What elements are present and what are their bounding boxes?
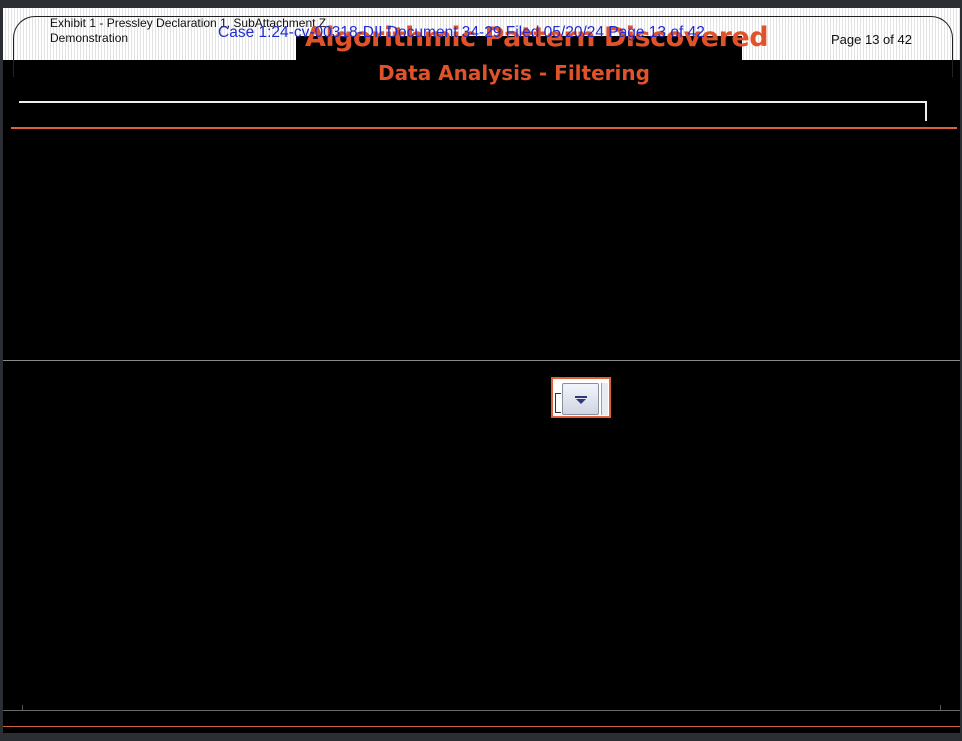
filter-dropdown[interactable]: [551, 377, 611, 418]
section-divider: [3, 360, 960, 361]
filter-scrollbar[interactable]: [601, 383, 608, 415]
footer-divider: [3, 710, 960, 711]
window-left-edge: [0, 8, 3, 733]
dropdown-arrow-icon: [574, 396, 587, 404]
footer-accent-rule: [3, 726, 960, 727]
content-frame-line: [19, 101, 927, 121]
page-number: Page 13 of 42: [831, 32, 912, 47]
slide-subtitle: Data Analysis - Filtering: [378, 61, 650, 85]
case-stamp: Case 1:24-cv-00318-DII Document 34-29 Fi…: [218, 24, 705, 41]
window-top-edge: [0, 0, 962, 8]
header-divider: [11, 127, 957, 129]
filter-field[interactable]: [555, 393, 561, 413]
filter-dropdown-button[interactable]: [562, 383, 599, 415]
window-bottom-edge: [0, 733, 962, 741]
